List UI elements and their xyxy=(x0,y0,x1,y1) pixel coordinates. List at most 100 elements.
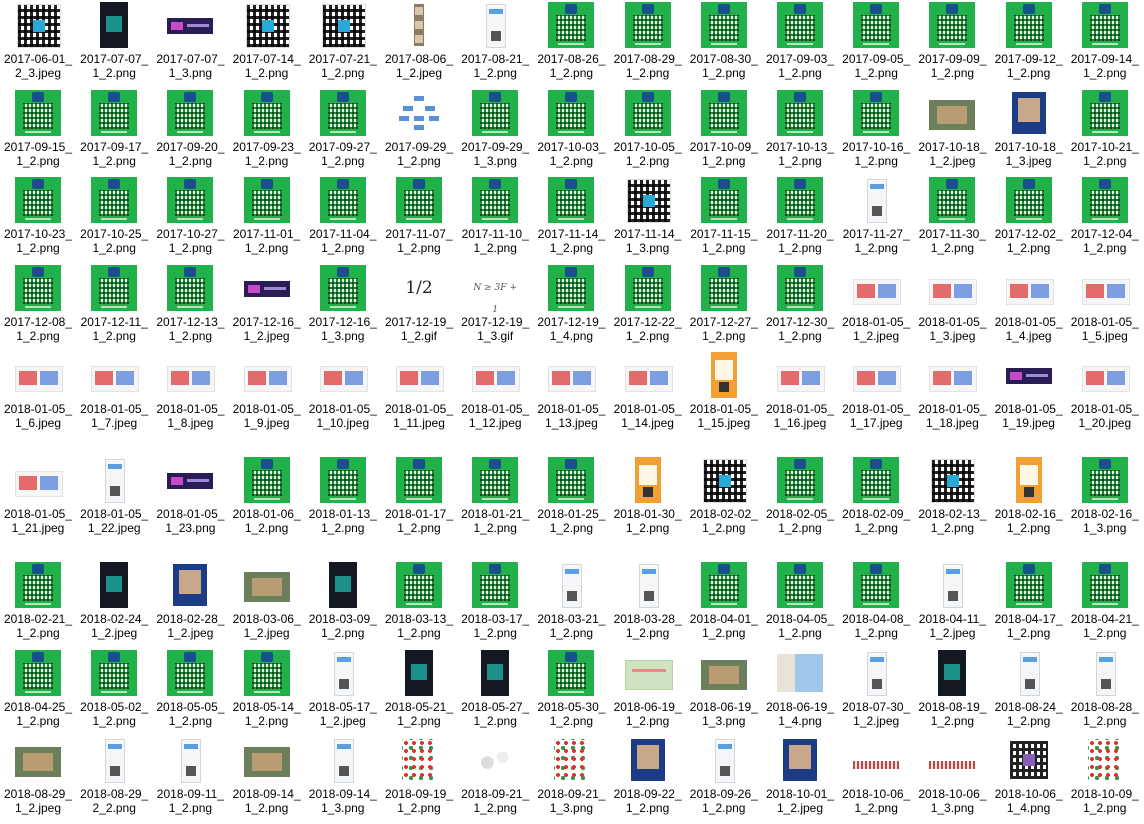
file-item[interactable]: 2017-10-27_1_2.png xyxy=(152,177,228,255)
file-item[interactable]: 2018-09-11_1_2.png xyxy=(152,737,228,815)
file-item[interactable]: 2018-03-06_1_2.jpeg xyxy=(229,562,305,640)
file-item[interactable]: 2018-01-05_1_4.jpeg xyxy=(991,265,1067,343)
file-item[interactable]: 2017-12-27_1_2.png xyxy=(686,265,762,343)
file-item[interactable]: 2017-09-15_1_2.png xyxy=(0,90,76,168)
file-item[interactable]: 2018-02-28_1_2.jpeg xyxy=(152,562,228,640)
file-item[interactable]: 2017-09-17_1_2.png xyxy=(76,90,152,168)
file-item[interactable]: 2017-11-14_1_2.png xyxy=(533,177,609,255)
file-item[interactable]: 2017-10-21_1_2.png xyxy=(1067,90,1143,168)
file-item[interactable]: 2018-10-09_1_2.png xyxy=(1067,737,1143,815)
file-item[interactable]: 2018-02-09_1_2.png xyxy=(838,457,914,535)
file-item[interactable]: 2018-08-29_2_2.png xyxy=(76,737,152,815)
file-item[interactable]: 2018-09-14_1_2.png xyxy=(229,737,305,815)
file-item[interactable]: 2017-07-07_1_2.png xyxy=(76,2,152,80)
file-item[interactable]: 2017-11-15_1_2.png xyxy=(686,177,762,255)
file-item[interactable]: 2017-09-29_1_2.png xyxy=(381,90,457,168)
file-item[interactable]: 2017-12-08_1_2.png xyxy=(0,265,76,343)
file-item[interactable]: 2017-11-20_1_2.png xyxy=(762,177,838,255)
file-item[interactable]: 2017-11-07_1_2.png xyxy=(381,177,457,255)
file-item[interactable]: 2018-03-09_1_2.png xyxy=(305,562,381,640)
file-item[interactable]: 2017-10-09_1_2.png xyxy=(686,90,762,168)
file-item[interactable]: 2017-12-22_1_2.png xyxy=(610,265,686,343)
file-item[interactable]: 2017-10-13_1_2.png xyxy=(762,90,838,168)
file-item[interactable]: 2017-09-09_1_2.png xyxy=(914,2,990,80)
file-item[interactable]: 2018-05-30_1_2.png xyxy=(533,650,609,728)
file-item[interactable]: 2017-11-27_1_2.png xyxy=(838,177,914,255)
file-item[interactable]: 2017-09-12_1_2.png xyxy=(991,2,1067,80)
file-item[interactable]: 2018-10-01_1_2.jpeg xyxy=(762,737,838,815)
file-item[interactable]: 2017-10-05_1_2.png xyxy=(610,90,686,168)
file-item[interactable]: 2018-03-17_1_2.png xyxy=(457,562,533,640)
file-item[interactable]: 2018-01-21_1_2.png xyxy=(457,457,533,535)
file-item[interactable]: 2017-08-30_1_2.png xyxy=(686,2,762,80)
file-item[interactable]: 2018-01-06_1_2.png xyxy=(229,457,305,535)
file-item[interactable]: 2018-01-05_1_16.jpeg xyxy=(762,352,838,430)
file-item[interactable]: 2017-09-20_1_2.png xyxy=(152,90,228,168)
file-item[interactable]: 2018-10-06_1_4.png xyxy=(991,737,1067,815)
file-item[interactable]: 2017-11-30_1_2.png xyxy=(914,177,990,255)
file-item[interactable]: 2018-01-05_1_19.jpeg xyxy=(991,352,1067,430)
file-item[interactable]: 2018-09-19_1_2.png xyxy=(381,737,457,815)
file-item[interactable]: 2017-10-23_1_2.png xyxy=(0,177,76,255)
file-item[interactable]: 2018-04-01_1_2.png xyxy=(686,562,762,640)
file-item[interactable]: 2017-06-01_2_3.jpeg xyxy=(0,2,76,80)
file-item[interactable]: 2018-03-13_1_2.png xyxy=(381,562,457,640)
file-item[interactable]: 2018-01-30_1_2.png xyxy=(610,457,686,535)
file-item[interactable]: 2017-07-07_1_3.png xyxy=(152,2,228,80)
file-item[interactable]: 2018-06-19_1_4.png xyxy=(762,650,838,728)
file-item[interactable]: 2018-05-17_1_2.jpeg xyxy=(305,650,381,728)
file-item[interactable]: 2017-07-21_1_2.png xyxy=(305,2,381,80)
file-item[interactable]: 2018-04-11_1_2.jpeg xyxy=(914,562,990,640)
file-item[interactable]: 2018-02-13_1_2.png xyxy=(914,457,990,535)
file-item[interactable]: 2018-02-05_1_2.png xyxy=(762,457,838,535)
file-item[interactable]: 2018-03-21_1_2.png xyxy=(533,562,609,640)
file-item[interactable]: 2018-08-19_1_2.png xyxy=(914,650,990,728)
file-item[interactable]: 2018-10-06_1_3.png xyxy=(914,737,990,815)
file-item[interactable]: 2018-04-25_1_2.png xyxy=(0,650,76,728)
file-item[interactable]: 2018-02-16_1_3.png xyxy=(1067,457,1143,535)
file-item[interactable]: 2017-12-16_1_3.png xyxy=(305,265,381,343)
file-item[interactable]: 2018-02-02_1_2.png xyxy=(686,457,762,535)
file-item[interactable]: 2018-05-14_1_2.png xyxy=(229,650,305,728)
file-item[interactable]: 2018-09-14_1_3.png xyxy=(305,737,381,815)
file-item[interactable]: 2018-01-05_1_9.jpeg xyxy=(229,352,305,430)
file-item[interactable]: 2018-01-05_1_12.jpeg xyxy=(457,352,533,430)
file-item[interactable]: 2017-11-14_1_3.png xyxy=(610,177,686,255)
file-item[interactable]: 2018-10-06_1_2.png xyxy=(838,737,914,815)
file-item[interactable]: 2018-01-05_1_2.jpeg xyxy=(838,265,914,343)
file-item[interactable]: 2018-01-13_1_2.png xyxy=(305,457,381,535)
file-item[interactable]: 2018-01-05_1_17.jpeg xyxy=(838,352,914,430)
file-item[interactable]: 2017-11-01_1_2.png xyxy=(229,177,305,255)
file-item[interactable]: 2018-01-05_1_11.jpeg xyxy=(381,352,457,430)
file-item[interactable]: 2018-01-05_1_21.jpeg xyxy=(0,457,76,535)
file-item[interactable]: 2018-05-27_1_2.png xyxy=(457,650,533,728)
file-item[interactable]: 2018-04-21_1_2.png xyxy=(1067,562,1143,640)
file-item[interactable]: 2018-07-30_1_2.jpeg xyxy=(838,650,914,728)
file-item[interactable]: 2017-09-03_1_2.png xyxy=(762,2,838,80)
file-item[interactable]: 2018-06-19_1_2.png xyxy=(610,650,686,728)
file-item[interactable]: 2018-01-05_1_7.jpeg xyxy=(76,352,152,430)
file-item[interactable]: 2017-12-13_1_2.png xyxy=(152,265,228,343)
file-item[interactable]: 2018-01-05_1_23.png xyxy=(152,457,228,535)
file-item[interactable]: 2017-11-10_1_2.png xyxy=(457,177,533,255)
file-item[interactable]: 2018-01-05_1_13.jpeg xyxy=(533,352,609,430)
file-item[interactable]: 2017-10-03_1_2.png xyxy=(533,90,609,168)
file-item[interactable]: 2018-01-05_1_5.jpeg xyxy=(1067,265,1143,343)
file-item[interactable]: 2018-09-21_1_3.png xyxy=(533,737,609,815)
file-item[interactable]: 2018-05-05_1_2.png xyxy=(152,650,228,728)
file-item[interactable]: 2018-01-17_1_2.png xyxy=(381,457,457,535)
file-item[interactable]: 2018-01-05_1_10.jpeg xyxy=(305,352,381,430)
file-item[interactable]: 2018-01-05_1_6.jpeg xyxy=(0,352,76,430)
file-item[interactable]: 2018-08-28_1_2.png xyxy=(1067,650,1143,728)
file-item[interactable]: 2017-09-23_1_2.png xyxy=(229,90,305,168)
file-item[interactable]: 2017-09-27_1_2.png xyxy=(305,90,381,168)
file-item[interactable]: 2017-10-18_1_3.jpeg xyxy=(991,90,1067,168)
file-item[interactable]: 2018-09-21_1_2.png xyxy=(457,737,533,815)
file-item[interactable]: 2017-08-21_1_2.png xyxy=(457,2,533,80)
file-item[interactable]: 2018-02-16_1_2.png xyxy=(991,457,1067,535)
file-item[interactable]: 2018-01-05_1_3.jpeg xyxy=(914,265,990,343)
file-item[interactable]: 2017-12-02_1_2.png xyxy=(991,177,1067,255)
file-item[interactable]: 2018-04-08_1_2.png xyxy=(838,562,914,640)
file-item[interactable]: 2018-01-05_1_14.jpeg xyxy=(610,352,686,430)
file-item[interactable]: 2017-09-14_1_2.png xyxy=(1067,2,1143,80)
